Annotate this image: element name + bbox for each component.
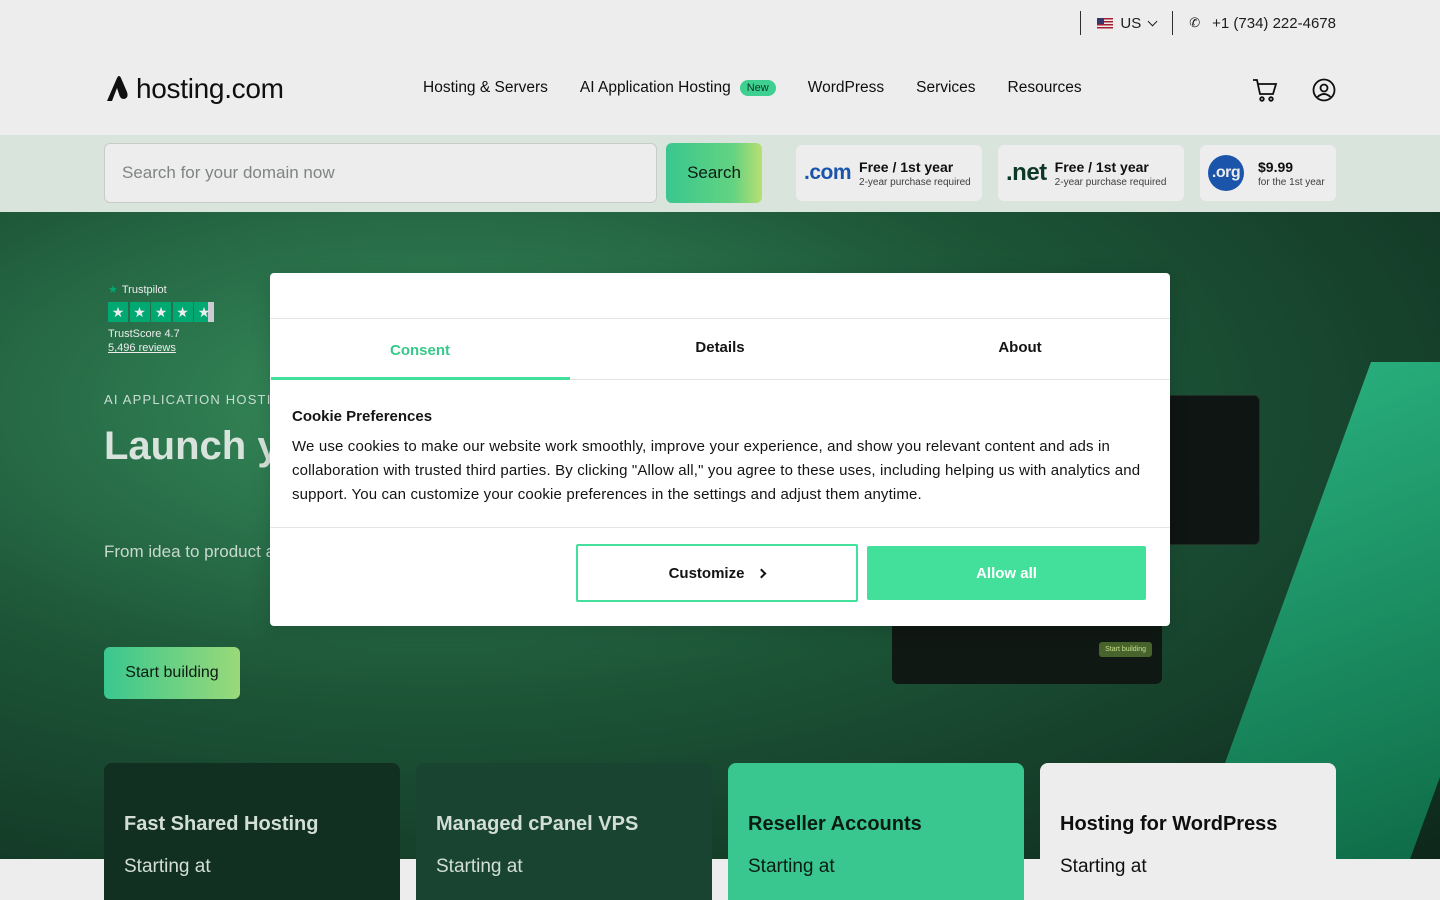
- dialog-body: Cookie Preferences We use cookies to mak…: [270, 380, 1170, 528]
- dialog-message: We use cookies to make our website work …: [292, 438, 1141, 503]
- dialog-header: [270, 273, 1170, 319]
- cookie-consent-dialog: Consent Details About Cookie Preferences…: [270, 273, 1170, 626]
- dialog-actions: Customize Allow all: [270, 528, 1170, 624]
- dialog-tabs: Consent Details About: [270, 319, 1170, 380]
- customize-label: Customize: [668, 564, 745, 582]
- customize-button[interactable]: Customize: [576, 544, 858, 602]
- allow-all-button[interactable]: Allow all: [867, 546, 1146, 600]
- dialog-heading: Cookie Preferences: [292, 408, 433, 425]
- tab-consent[interactable]: Consent: [270, 319, 570, 380]
- tab-details[interactable]: Details: [570, 319, 870, 379]
- tab-about[interactable]: About: [870, 319, 1170, 379]
- chevron-right-icon: [756, 568, 767, 578]
